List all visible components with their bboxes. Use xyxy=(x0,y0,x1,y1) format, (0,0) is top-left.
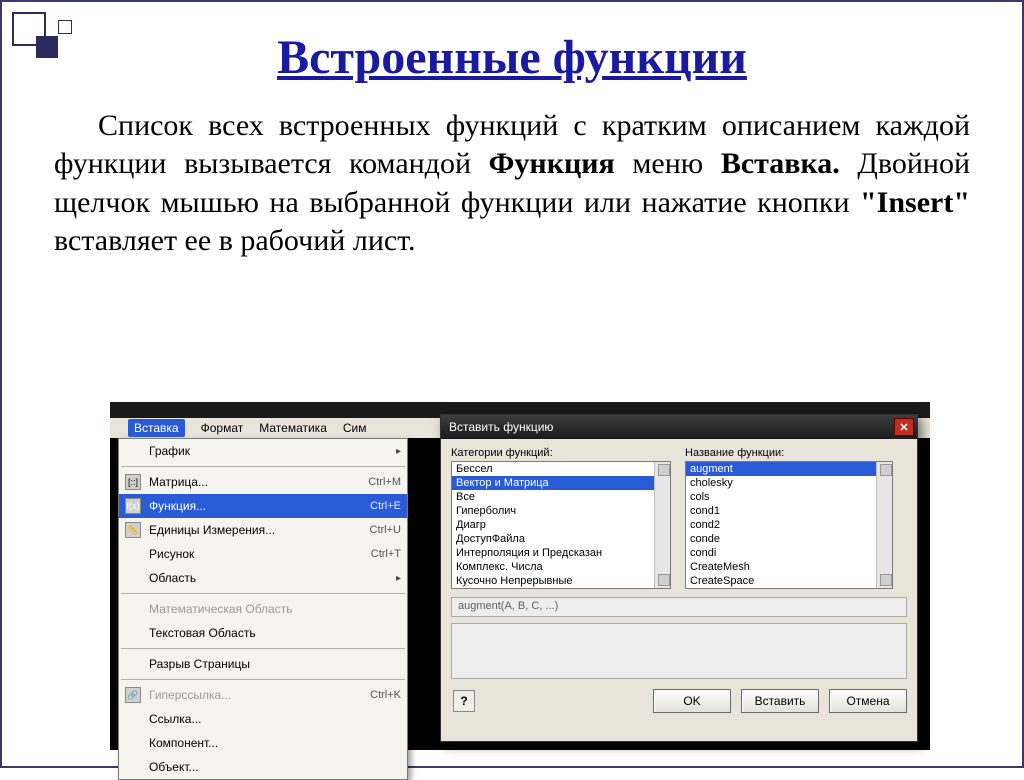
list-item[interactable]: conde xyxy=(686,532,892,546)
insert-button[interactable]: Вставить xyxy=(741,689,819,713)
list-item[interactable]: Гиперболич xyxy=(452,504,670,518)
menu-format[interactable]: Формат xyxy=(201,421,244,435)
body-run-4: вставляет ее в рабочий лист. xyxy=(54,224,416,257)
categories-label: Категории функций: xyxy=(451,447,671,459)
menu-item-label: Разрыв Страницы xyxy=(149,657,250,671)
body-run-2: меню xyxy=(632,147,720,180)
description-box xyxy=(451,623,907,679)
dialog-titlebar: Вставить функцию ✕ xyxy=(441,415,917,439)
list-item[interactable]: ДоступФайла xyxy=(452,532,670,546)
ok-button[interactable]: OK xyxy=(653,689,731,713)
list-item[interactable]: cols xyxy=(686,490,892,504)
menu-item[interactable]: Компонент... xyxy=(119,731,407,755)
menu-item-label: Рисунок xyxy=(149,547,194,561)
menu-item-label: Математическая Область xyxy=(149,602,292,616)
menu-item[interactable]: 📏 Единицы Измерения... Ctrl+U xyxy=(119,518,407,542)
menu-item-shortcut: Ctrl+M xyxy=(368,476,401,488)
scrollbar-icon[interactable] xyxy=(654,462,670,588)
functions-listbox[interactable]: augmentcholeskycolscond1cond2condecondiC… xyxy=(685,461,893,589)
menu-item-shortcut: Ctrl+T xyxy=(371,548,401,560)
formula-preview: augment(A, B, C, ...) xyxy=(451,597,907,617)
menu-item-shortcut: Ctrl+E xyxy=(370,500,401,512)
menu-item-label: Ссылка... xyxy=(149,712,201,726)
menu-item: 🔗 Гиперссылка... Ctrl+K xyxy=(119,683,407,707)
list-item[interactable]: Кусочно Непрерывные xyxy=(452,574,670,588)
chevron-right-icon: ▸ xyxy=(396,573,401,584)
insert-function-dialog: Вставить функцию ✕ Категории функций: Бе… xyxy=(440,414,918,742)
menu-item[interactable]: График ▸ xyxy=(119,439,407,463)
menu-item-icon: f(x) xyxy=(125,498,141,514)
body-bold-insertmenu: Вставка. xyxy=(721,147,840,180)
menu-item-label: Гиперссылка... xyxy=(149,688,231,702)
menu-item-shortcut: Ctrl+K xyxy=(370,689,401,701)
list-item[interactable]: CreateMesh xyxy=(686,560,892,574)
list-item[interactable]: cond2 xyxy=(686,518,892,532)
menu-item: Математическая Область xyxy=(119,597,407,621)
list-item[interactable]: cond1 xyxy=(686,504,892,518)
scrollbar-icon[interactable] xyxy=(876,462,892,588)
list-item[interactable]: condi xyxy=(686,546,892,560)
function-names-label: Название функции: xyxy=(685,447,893,459)
menu-item-label: Текстовая Область xyxy=(149,626,256,640)
menu-item-label: Функция... xyxy=(149,499,206,513)
list-item[interactable]: Комплекс. Числа xyxy=(452,560,670,574)
menu-item[interactable]: Область ▸ xyxy=(119,566,407,590)
menu-item-label: Компонент... xyxy=(149,736,218,750)
menu-item[interactable]: Объект... xyxy=(119,755,407,779)
menu-item-icon: 🔗 xyxy=(125,687,141,703)
menu-item[interactable]: [::] Матрица... Ctrl+M xyxy=(119,470,407,494)
menu-item-label: Единицы Измерения... xyxy=(149,523,275,537)
menu-sym[interactable]: Сим xyxy=(343,421,367,435)
list-item[interactable]: cholesky xyxy=(686,476,892,490)
body-bold-function: Функция xyxy=(489,147,615,180)
cancel-button[interactable]: Отмена xyxy=(829,689,907,713)
menu-item-label: Область xyxy=(149,571,196,585)
close-icon[interactable]: ✕ xyxy=(894,418,914,436)
menu-item[interactable]: Ссылка... xyxy=(119,707,407,731)
menu-insert[interactable]: Вставка xyxy=(128,419,185,437)
categories-listbox[interactable]: БесселВектор и МатрицаВсеГиперболичДиагр… xyxy=(451,461,671,589)
dialog-title-text: Вставить функцию xyxy=(449,420,553,434)
list-item[interactable]: Интерполяция и Предсказан xyxy=(452,546,670,560)
menu-item-label: Объект... xyxy=(149,760,199,774)
list-item[interactable]: Все xyxy=(452,490,670,504)
list-item[interactable]: augment xyxy=(686,462,892,476)
slide-body-text: Список всех встроенных функций с кратким… xyxy=(54,107,970,261)
menu-item-label: Матрица... xyxy=(149,475,208,489)
slide-title: Встроенные функции xyxy=(2,30,1022,85)
menu-item[interactable]: Текстовая Область xyxy=(119,621,407,645)
menu-item-icon: [::] xyxy=(125,474,141,490)
slide-corner-decoration xyxy=(12,12,92,62)
embedded-screenshot: Вставка Формат Математика Сим График▸[::… xyxy=(110,402,930,750)
menu-item[interactable]: Рисунок Ctrl+T xyxy=(119,542,407,566)
menu-item-label: График xyxy=(149,444,190,458)
chevron-right-icon: ▸ xyxy=(396,446,401,457)
list-item[interactable]: Бессел xyxy=(452,462,670,476)
insert-menu-dropdown: График▸[::]Матрица...Ctrl+Mf(x)Функция..… xyxy=(118,438,408,780)
list-item[interactable]: CreateSpace xyxy=(686,574,892,588)
list-item[interactable]: Диагр xyxy=(452,518,670,532)
menu-item[interactable]: f(x) Функция... Ctrl+E xyxy=(119,494,407,518)
list-item[interactable]: Вектор и Матрица xyxy=(452,476,670,490)
menu-item-icon: 📏 xyxy=(125,522,141,538)
menu-math[interactable]: Математика xyxy=(259,421,327,435)
body-bold-insertbtn: "Insert" xyxy=(860,186,970,219)
menu-item-shortcut: Ctrl+U xyxy=(370,524,401,536)
help-button[interactable]: ? xyxy=(453,690,475,712)
menu-item[interactable]: Разрыв Страницы xyxy=(119,652,407,676)
